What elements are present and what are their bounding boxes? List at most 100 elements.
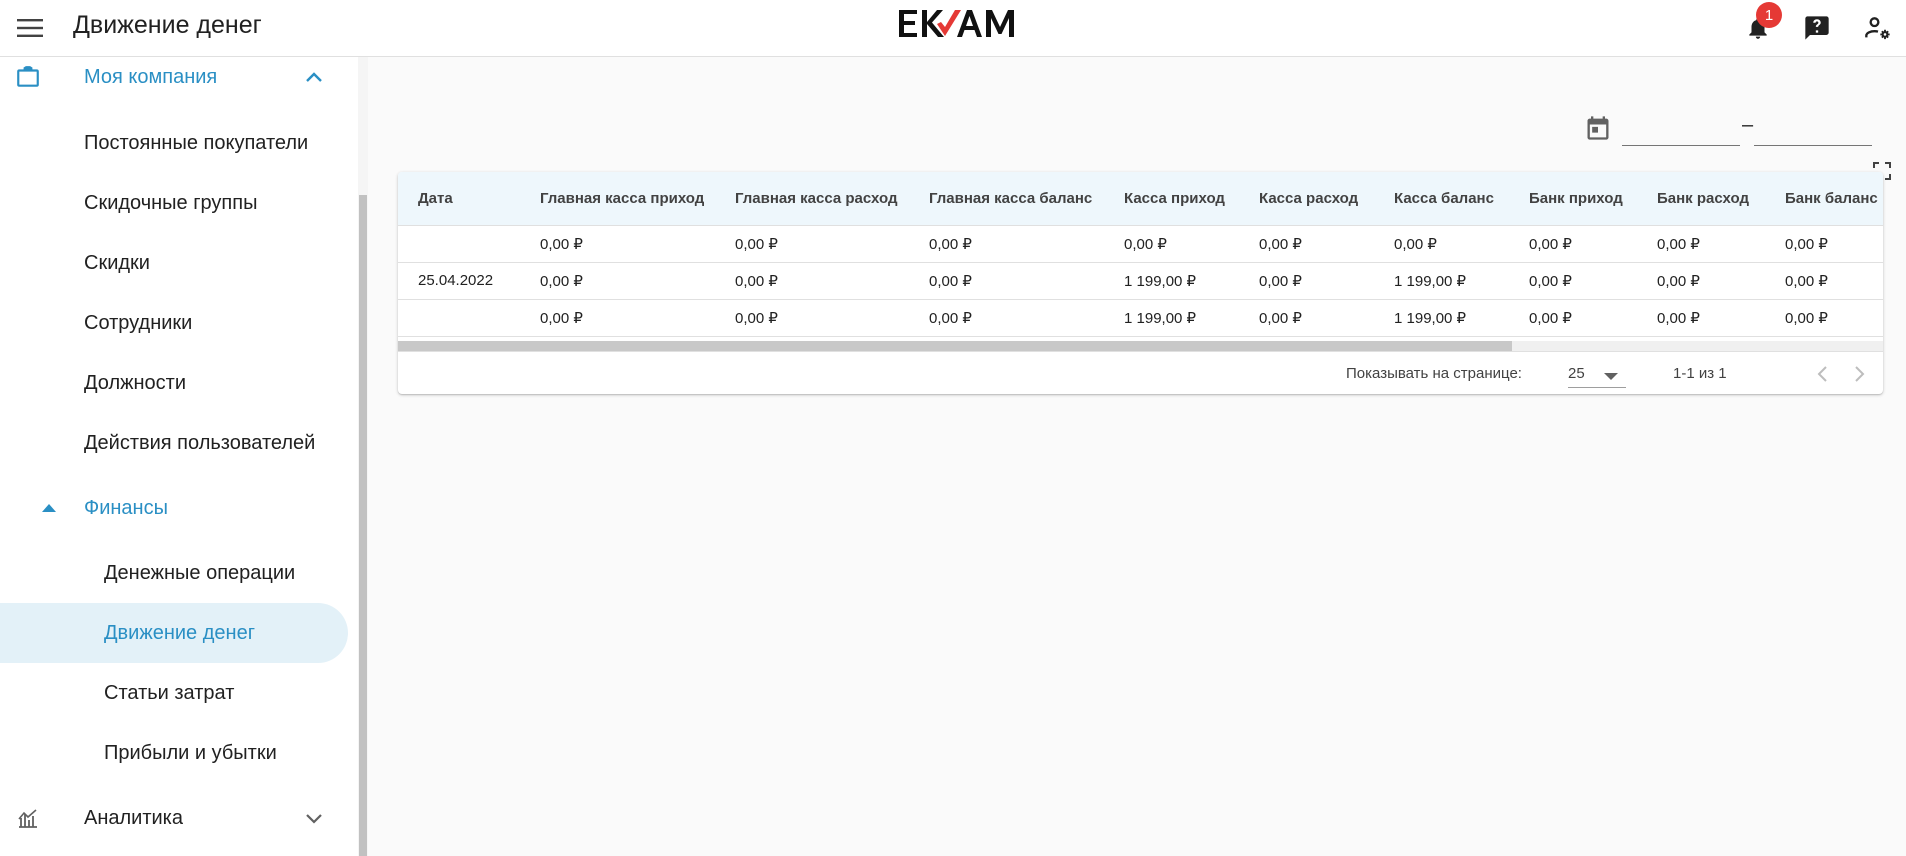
table-cell: 0,00 ₽ <box>1785 272 1828 290</box>
dropdown-caret-icon <box>1604 373 1618 380</box>
sidebar-item-label: Скидочные группы <box>84 191 258 214</box>
table-pagination: Показывать на странице: 25 1-1 из 1 <box>398 351 1883 394</box>
column-header-cash-expense[interactable]: Касса расход <box>1239 172 1374 226</box>
notifications-button[interactable]: 1 <box>1740 2 1782 46</box>
sidebar-item-discount-groups[interactable]: Скидочные группы <box>0 173 348 233</box>
sidebar-item-label: Движение денег <box>104 621 255 644</box>
sidebar-item-label: Статьи затрат <box>104 681 235 704</box>
page-title: Движение денег <box>73 11 262 39</box>
table-horizontal-scrollbar[interactable] <box>398 341 1883 351</box>
menu-button[interactable] <box>14 12 46 44</box>
main-content: – Дата Главная касса приход Главная касс… <box>368 57 1906 856</box>
sidebar-item-user-actions[interactable]: Действия пользователей <box>0 413 348 473</box>
sidebar-item-label: Денежные операции <box>104 561 296 584</box>
sidebar-group-analytics[interactable]: Аналитика <box>0 788 348 848</box>
table-row[interactable]: 25.04.2022 0,00 ₽ 0,00 ₽ 0,00 ₽ 1 199,00… <box>398 262 1883 299</box>
table-cell: 0,00 ₽ <box>1785 235 1828 253</box>
next-page-button[interactable] <box>1846 360 1874 388</box>
table-cell: 1 199,00 ₽ <box>1124 272 1197 290</box>
pagination-range: 1-1 из 1 <box>1673 365 1727 382</box>
table-cell: 25.04.2022 <box>418 272 494 289</box>
table-cell: 0,00 ₽ <box>735 235 778 253</box>
caret-up-icon <box>35 494 63 522</box>
hamburger-icon <box>17 19 43 37</box>
table-cell: 0,00 ₽ <box>540 272 583 290</box>
money-movement-table: Дата Главная касса приход Главная касса … <box>398 172 1883 394</box>
column-header-main-cash-balance[interactable]: Главная касса баланс <box>909 172 1104 226</box>
column-header-bank-balance[interactable]: Банк баланс <box>1765 172 1883 226</box>
help-chat-icon <box>1805 16 1829 40</box>
sidebar-item-label: Прибыли и убытки <box>104 741 277 764</box>
column-header-date[interactable]: Дата <box>398 172 520 226</box>
table-cell: 0,00 ₽ <box>1394 235 1437 253</box>
calendar-icon[interactable] <box>1584 114 1612 142</box>
table-cell: 0,00 ₽ <box>735 309 778 327</box>
sidebar-scrollbar-thumb[interactable] <box>359 195 367 856</box>
table-cell: 1 199,00 ₽ <box>1124 309 1197 327</box>
table-row[interactable]: 0,00 ₽ 0,00 ₽ 0,00 ₽ 0,00 ₽ 0,00 ₽ 0,00 … <box>398 225 1883 262</box>
table-cell: 0,00 ₽ <box>929 235 972 253</box>
table-scrollbar-thumb[interactable] <box>398 341 1512 351</box>
rows-per-page-value: 25 <box>1568 365 1585 382</box>
logo[interactable] <box>897 6 1027 40</box>
table-cell <box>398 225 520 262</box>
sidebar-item-profit-loss[interactable]: Прибыли и убытки <box>0 723 348 783</box>
table-cell: 0,00 ₽ <box>1529 309 1572 327</box>
table-cell: 0,00 ₽ <box>1259 272 1302 290</box>
sidebar-item-label: Должности <box>84 371 187 394</box>
sidebar-item-employees[interactable]: Сотрудники <box>0 293 348 353</box>
date-separator: – <box>1742 114 1754 136</box>
date-range-filter: – <box>1584 112 1884 146</box>
date-to-input[interactable] <box>1754 112 1872 146</box>
analytics-icon <box>14 804 42 832</box>
table-cell: 0,00 ₽ <box>540 235 583 253</box>
column-header-bank-income[interactable]: Банк приход <box>1509 172 1637 226</box>
date-from-input[interactable] <box>1622 112 1740 146</box>
table-row[interactable]: 0,00 ₽ 0,00 ₽ 0,00 ₽ 1 199,00 ₽ 0,00 ₽ 1… <box>398 299 1883 336</box>
sidebar-item-label: Сотрудники <box>84 311 193 334</box>
sidebar-item-positions[interactable]: Должности <box>0 353 348 413</box>
data-table: Дата Главная касса приход Главная касса … <box>398 172 1883 337</box>
column-header-main-cash-expense[interactable]: Главная касса расход <box>715 172 909 226</box>
user-settings-button[interactable] <box>1860 10 1896 46</box>
table-cell: 0,00 ₽ <box>1124 235 1167 253</box>
sidebar-group-label: Аналитика <box>84 806 183 829</box>
table-cell: 0,00 ₽ <box>1657 272 1700 290</box>
table-cell: 0,00 ₽ <box>1657 235 1700 253</box>
briefcase-icon <box>14 63 42 91</box>
sidebar-item-discounts[interactable]: Скидки <box>0 233 348 293</box>
sidebar-group-company[interactable]: Моя компания <box>0 57 348 107</box>
table-cell: 0,00 ₽ <box>1259 235 1302 253</box>
sidebar-item-regular-customers[interactable]: Постоянные покупатели <box>0 113 348 173</box>
sidebar: Моя компания Постоянные покупатели Скидо… <box>0 57 368 856</box>
chevron-right-icon <box>1855 366 1865 382</box>
sidebar-item-money-operations[interactable]: Денежные операции <box>0 543 348 603</box>
table-cell: 0,00 ₽ <box>540 309 583 327</box>
user-settings-icon <box>1865 17 1890 40</box>
sidebar-item-label: Скидки <box>84 251 150 274</box>
table-header-row: Дата Главная касса приход Главная касса … <box>398 172 1883 226</box>
table-cell: 0,00 ₽ <box>1785 309 1828 327</box>
ekam-logo-icon <box>899 10 1014 37</box>
rows-per-page-select[interactable]: 25 <box>1568 360 1626 388</box>
notification-badge: 1 <box>1756 2 1782 28</box>
table-cell: 1 199,00 ₽ <box>1394 309 1467 327</box>
previous-page-button[interactable] <box>1808 360 1836 388</box>
column-header-cash-balance[interactable]: Касса баланс <box>1374 172 1509 226</box>
table-cell: 0,00 ₽ <box>929 272 972 290</box>
column-header-cash-income[interactable]: Касса приход <box>1104 172 1239 226</box>
table-cell: 0,00 ₽ <box>735 272 778 290</box>
table-cell: 0,00 ₽ <box>1259 309 1302 327</box>
help-button[interactable] <box>1799 10 1835 46</box>
column-header-bank-expense[interactable]: Банк расход <box>1637 172 1765 226</box>
column-header-main-cash-income[interactable]: Главная касса приход <box>520 172 715 226</box>
sidebar-item-money-movement[interactable]: Движение денег <box>0 603 348 663</box>
table-cell: 0,00 ₽ <box>1529 272 1572 290</box>
rows-per-page-label: Показывать на странице: <box>1346 365 1522 382</box>
table-cell <box>398 299 520 336</box>
sidebar-item-expense-items[interactable]: Статьи затрат <box>0 663 348 723</box>
sidebar-group-finance[interactable]: Финансы <box>0 478 348 538</box>
sidebar-group-label: Финансы <box>84 496 168 519</box>
table-cell: 0,00 ₽ <box>1529 235 1572 253</box>
table-cell: 0,00 ₽ <box>1657 309 1700 327</box>
